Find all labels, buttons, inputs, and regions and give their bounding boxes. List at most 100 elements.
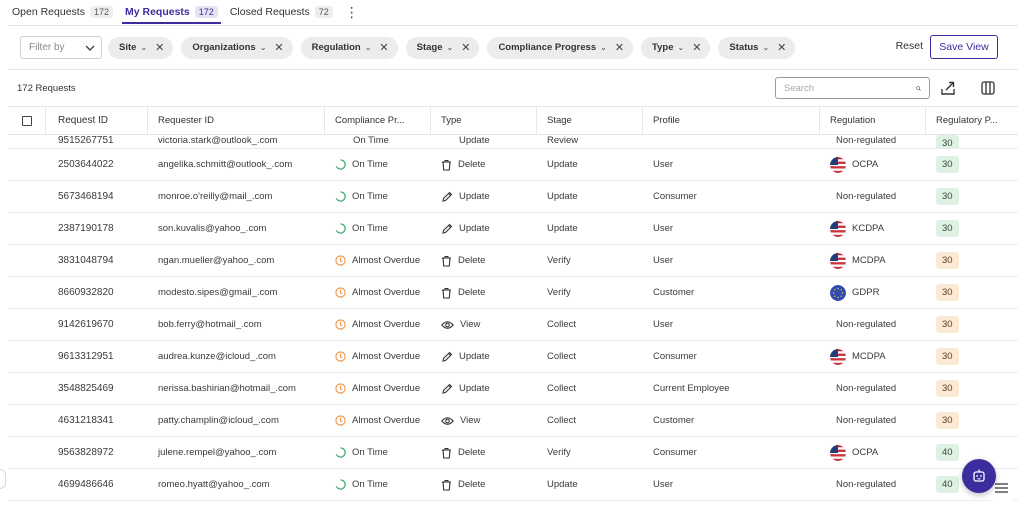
status-cell: Almost Overdue: [325, 309, 431, 340]
period-badge: 30: [936, 284, 959, 301]
close-icon[interactable]: ✕: [274, 41, 283, 54]
request-id-cell[interactable]: 9563828972: [46, 437, 148, 468]
stage-cell: Update: [547, 191, 578, 202]
request-id-cell[interactable]: 4699486646: [46, 469, 148, 500]
tab-my-requests[interactable]: My Requests 172: [122, 0, 221, 24]
regulation-text: OCPA: [852, 159, 879, 170]
profile-cell: Consumer: [653, 191, 697, 202]
requester-cell: angelika.schmitt@outlook_.com: [158, 159, 293, 170]
table-row[interactable]: 8660932820 modesto.sipes@gmail_.com Almost…: [8, 277, 1018, 309]
chevron-down-icon[interactable]: ⌄: [600, 43, 607, 52]
filter-chip-status[interactable]: Status ⌄ ✕: [718, 36, 796, 59]
status-text: Almost Overdue: [352, 287, 421, 298]
close-icon[interactable]: ✕: [615, 41, 624, 54]
tab-closed-requests[interactable]: Closed Requests 72: [230, 0, 333, 24]
chevron-down-icon[interactable]: ⌄: [140, 43, 147, 52]
stage-cell: Collect: [547, 383, 577, 394]
request-id-cell[interactable]: 2387190178: [46, 213, 148, 244]
request-id-cell[interactable]: 2503644022: [46, 149, 148, 180]
close-icon[interactable]: ✕: [461, 41, 470, 54]
close-icon[interactable]: ✕: [379, 41, 388, 54]
request-id-cell[interactable]: 4631218341: [46, 405, 148, 436]
table-row[interactable]: 3831048794 ngan.mueller@yahoo_.com Almost …: [8, 245, 1018, 277]
period-badge: 30: [936, 156, 959, 173]
table-row[interactable]: 2503644022 angelika.schmitt@outlook_.com O…: [8, 149, 1018, 181]
request-id-cell[interactable]: 8660932820: [46, 277, 148, 308]
close-icon[interactable]: ✕: [777, 41, 786, 54]
table-row[interactable]: 5673468194 monroe.o'reilly@mail_.com On Ti…: [8, 181, 1018, 213]
trash-icon: [441, 255, 458, 267]
column-header-regulation[interactable]: Regulation: [820, 107, 926, 134]
clock-icon: [335, 319, 352, 330]
type-cell: View: [431, 405, 537, 436]
select-all-checkbox[interactable]: [21, 115, 32, 126]
row-select-cell: [8, 437, 46, 468]
request-id-cell[interactable]: 3548825469: [46, 373, 148, 404]
assistant-button[interactable]: [962, 459, 996, 493]
request-id-cell[interactable]: 9142619670: [46, 309, 148, 340]
requester-cell: ngan.mueller@yahoo_.com: [158, 255, 275, 266]
tab-count-badge: 172: [89, 6, 113, 18]
reset-button[interactable]: Reset: [896, 40, 923, 52]
table-row[interactable]: 4631218341 patty.champlin@icloud_.com Almo…: [8, 405, 1018, 437]
table-row[interactable]: 4699486646 romeo.hyatt@yahoo_.com On Time D…: [8, 469, 1018, 501]
search-box[interactable]: [775, 77, 930, 99]
request-id-cell[interactable]: 9515267751: [46, 135, 148, 148]
column-header-type[interactable]: Type: [431, 107, 537, 134]
table-row[interactable]: 3548825469 nerissa.bashirian@hotmail_.com…: [8, 373, 1018, 405]
table-row[interactable]: 9563828972 julene.rempel@yahoo_.com On Tim…: [8, 437, 1018, 469]
status-cell: On Time: [325, 213, 431, 244]
tab-label: Closed Requests: [229, 6, 310, 18]
search-icon[interactable]: [916, 83, 921, 94]
request-id-cell[interactable]: 9613312951: [46, 341, 148, 372]
requester-cell: modesto.sipes@gmail_.com: [158, 287, 278, 298]
profile-cell: Current Employee: [653, 383, 730, 394]
request-id-cell[interactable]: 3831048794: [46, 245, 148, 276]
column-header-profile[interactable]: Profile: [643, 107, 820, 134]
type-cell: Update: [431, 181, 537, 212]
regulation-cell: OCPA: [820, 149, 926, 180]
column-header-requester-id[interactable]: Requester ID: [148, 107, 325, 134]
chevron-down-icon[interactable]: ⌄: [762, 43, 769, 52]
chevron-down-icon[interactable]: ⌄: [447, 43, 454, 52]
filter-chip-compliance-progress[interactable]: Compliance Progress ⌄ ✕: [487, 36, 634, 59]
left-edge-handle[interactable]: [0, 469, 6, 489]
us-flag-icon: [830, 348, 846, 365]
export-icon[interactable]: [940, 80, 956, 96]
filter-by-dropdown[interactable]: Filter by: [20, 36, 102, 59]
type-cell: Update: [431, 373, 537, 404]
search-input[interactable]: [784, 82, 916, 94]
filter-chip-stage[interactable]: Stage ⌄ ✕: [405, 36, 480, 59]
table-row[interactable]: 9142619670 bob.ferry@hotmail_.com Almost O…: [8, 309, 1018, 341]
status-cell: On Time: [325, 437, 431, 468]
close-icon[interactable]: ✕: [692, 41, 701, 54]
requester-cell: romeo.hyatt@yahoo_.com: [158, 479, 270, 490]
type-cell: Delete: [431, 277, 537, 308]
columns-icon[interactable]: [980, 80, 996, 96]
row-select-cell: [8, 149, 46, 180]
more-options-icon[interactable]: ⋮: [345, 4, 359, 21]
filter-chip-organizations[interactable]: Organizations ⌄ ✕: [181, 36, 293, 59]
tab-label: My Requests: [125, 6, 190, 18]
chevron-down-icon[interactable]: ⌄: [260, 43, 267, 52]
regulation-text: Non-regulated: [836, 479, 897, 490]
column-header-regulatory-period[interactable]: Regulatory P...: [926, 107, 1018, 134]
request-id-cell[interactable]: 5673468194: [46, 181, 148, 212]
column-header-compliance-progress[interactable]: Compliance Pr...: [325, 107, 431, 134]
column-header-stage[interactable]: Stage: [537, 107, 643, 134]
close-icon[interactable]: ✕: [155, 41, 164, 54]
save-view-button[interactable]: Save View: [930, 35, 998, 59]
chevron-down-icon[interactable]: ⌄: [365, 43, 372, 52]
table-row[interactable]: 9515267751 victoria.stark@outlook_.com O…: [8, 135, 1018, 149]
table-row[interactable]: 9613312951 audrea.kunze@icloud_.com Almost…: [8, 341, 1018, 373]
table-row[interactable]: 2387190178 son.kuvalis@yahoo_.com On Time U…: [8, 213, 1018, 245]
filter-chip-site[interactable]: Site ⌄ ✕: [108, 36, 174, 59]
regulation-text: MCDPA: [852, 255, 886, 266]
chevron-down-icon[interactable]: ⌄: [678, 43, 685, 52]
type-text: View: [460, 415, 481, 426]
requests-table: Request ID Requester ID Compliance Pr...…: [8, 106, 1018, 516]
tab-open-requests[interactable]: Open Requests 172: [12, 0, 113, 24]
filter-chip-type[interactable]: Type ⌄ ✕: [641, 36, 711, 59]
filter-chip-regulation[interactable]: Regulation ⌄ ✕: [300, 36, 398, 59]
column-header-request-id[interactable]: Request ID: [46, 107, 148, 134]
